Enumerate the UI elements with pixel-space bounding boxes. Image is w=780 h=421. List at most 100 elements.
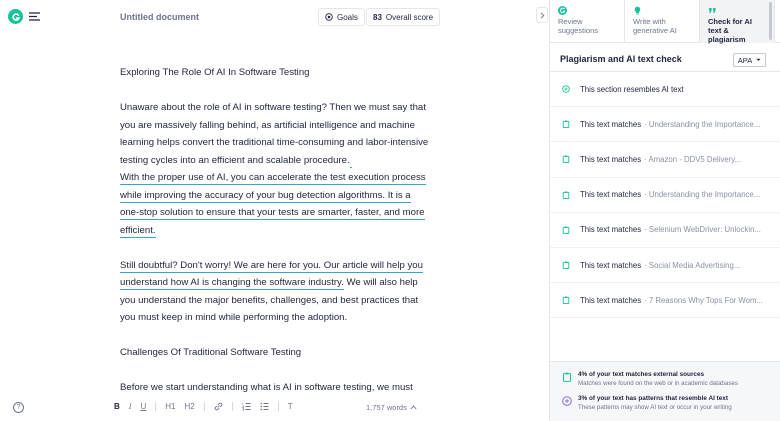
toolbar-divider	[231, 402, 233, 411]
link-icon[interactable]	[214, 402, 223, 411]
highlighted-text[interactable]: With the proper use of AI, you can accel…	[120, 172, 426, 185]
ai-summary-desc: These patterns may show AI text or occur…	[578, 404, 732, 411]
editor-area: Untitled document Goals 83 Overall score…	[0, 0, 549, 421]
result-plagiarism-match[interactable]: This text matches · Social Media Adverti…	[550, 248, 780, 284]
doc-line: learning helps convert the traditional t…	[120, 137, 429, 148]
doc-line-text: testing cycles into an efficient and sca…	[120, 154, 350, 166]
chevron-right-icon	[540, 11, 544, 19]
toolbar-divider	[155, 402, 157, 411]
numbered-list-icon[interactable]	[241, 402, 251, 411]
doc-line-text: We will also help	[343, 277, 418, 288]
clipboard-icon	[562, 191, 570, 199]
goals-label: Goals	[337, 12, 358, 22]
clipboard-icon	[563, 372, 571, 382]
doc-line[interactable]: Still doubtful? Don't worry! We are here…	[120, 257, 450, 275]
plagiarism-summary-title: 4% of your text matches external sources	[578, 371, 705, 378]
doc-heading-2: Challenges Of Traditional Software Testi…	[120, 347, 302, 358]
clipboard-icon	[562, 261, 570, 270]
result-plagiarism-match[interactable]: This text matches · Amazon - DDV5 Delive…	[550, 142, 780, 178]
panel-heading: Plagiarism and AI text check	[560, 54, 682, 64]
chevron-up-icon	[410, 405, 417, 410]
result-plagiarism-match[interactable]: This text matches · 7 Reasons Why Tops F…	[550, 283, 780, 319]
doc-line[interactable]: one-stop solution to ensure that your te…	[120, 204, 450, 222]
word-count[interactable]: 1,757 words	[366, 403, 417, 412]
bullet-list-icon[interactable]	[260, 402, 269, 411]
doc-line[interactable]: efficient.	[120, 222, 450, 240]
ai-text-summary: 3% of your text has patterns that resemb…	[562, 394, 732, 412]
result-plagiarism-match[interactable]: This text matches · Understanding the Im…	[550, 107, 780, 143]
result-plagiarism-match[interactable]: This text matches · Understanding the Im…	[550, 178, 780, 213]
doc-line[interactable]: With the proper use of AI, you can accel…	[120, 169, 450, 187]
result-title: This text matches	[580, 225, 642, 235]
format-toolbar: B I U H1 H2 T	[114, 402, 293, 411]
highlighted-text[interactable]: Still doubtful? Don't worry! We are here…	[120, 259, 423, 273]
doc-line: you understand the major benefits, chall…	[120, 294, 419, 306]
result-source: · Understanding the Importance...	[644, 119, 761, 129]
italic-button[interactable]: I	[129, 402, 132, 411]
result-title: This section resembles AI text	[580, 84, 684, 94]
ai-detect-icon	[562, 85, 570, 93]
clipboard-icon	[562, 296, 570, 305]
result-source: · Social Media Advertising...	[644, 260, 741, 270]
result-title: This text matches	[580, 154, 642, 164]
doc-line: Before we start understanding what is AI…	[120, 382, 413, 393]
toolbar-divider	[277, 402, 279, 411]
goals-icon	[325, 13, 333, 21]
result-ai-text[interactable]: This section resembles AI text	[550, 72, 780, 108]
result-source: · 7 Reasons Why Tops For Wom...	[644, 295, 763, 305]
heading2-button[interactable]: H2	[184, 402, 194, 411]
grammarly-logo-icon[interactable]	[8, 9, 23, 24]
clipboard-icon	[562, 155, 570, 164]
chevron-down-icon	[756, 58, 761, 61]
doc-heading-1: Exploring The Role Of AI In Software Tes…	[120, 67, 310, 78]
assistant-panel: Review suggestions Write with generative…	[549, 0, 780, 421]
results-list: This section resembles AI text This text…	[550, 72, 780, 319]
result-title: This text matches	[580, 190, 642, 200]
clipboard-icon	[562, 120, 570, 129]
lightbulb-icon	[634, 6, 641, 15]
plagiarism-summary-desc: Matches were found on the web or in acad…	[578, 380, 738, 387]
ai-detect-icon	[562, 396, 572, 406]
bold-button[interactable]: B	[114, 402, 120, 411]
tab-write-generative-ai[interactable]: Write with generative AI	[625, 0, 700, 43]
highlighted-text[interactable]: one-stop solution to ensure that your te…	[120, 207, 425, 220]
result-title: This text matches	[580, 260, 642, 270]
grammarly-g-icon	[558, 6, 567, 15]
tab-label: Write with generative AI	[633, 17, 677, 35]
highlighted-text[interactable]: understand how AI is changing the softwa…	[120, 277, 344, 290]
citation-style-select[interactable]: APA	[733, 53, 766, 67]
result-source: · Amazon - DDV5 Delivery...	[644, 154, 742, 164]
highlighted-text[interactable]: while improving the accuracy of your bug…	[120, 189, 411, 203]
doc-line: you are massively falling behind, as art…	[120, 119, 415, 131]
help-icon[interactable]: ?	[13, 402, 24, 413]
tab-review-suggestions[interactable]: Review suggestions	[550, 0, 625, 43]
tab-scrollbar[interactable]	[769, 2, 772, 40]
score-label: Overall score	[385, 12, 434, 22]
tab-label: Check for AI text & plagiarism	[708, 17, 752, 44]
doc-line[interactable]: while improving the accuracy of your bug…	[120, 187, 450, 205]
panel-tabs: Review suggestions Write with generative…	[550, 0, 780, 44]
score-value: 83	[373, 12, 382, 22]
hamburger-menu-icon[interactable]	[26, 9, 43, 24]
toolbar-divider	[203, 402, 205, 411]
tab-check-ai-plagiarism[interactable]: Check for AI text & plagiarism	[700, 0, 775, 44]
underline-marker[interactable]	[349, 154, 353, 168]
document-body[interactable]: Exploring The Role Of AI In Software Tes…	[120, 64, 450, 397]
result-title: This text matches	[580, 295, 642, 305]
word-count-label: 1,757 words	[366, 403, 407, 412]
document-title[interactable]: Untitled document	[120, 12, 199, 22]
collapse-panel-button[interactable]	[536, 7, 548, 23]
ai-summary-title: 3% of your text has patterns that resemb…	[578, 395, 728, 402]
clear-format-button[interactable]: T	[288, 402, 293, 411]
doc-line: testing cycles into an efficient and sca…	[120, 152, 450, 170]
doc-line[interactable]: understand how AI is changing the softwa…	[120, 274, 450, 292]
highlighted-text[interactable]: efficient.	[120, 224, 156, 238]
result-source: · Selenium WebDriver: Unlockin...	[644, 225, 761, 235]
citation-style-value: APA	[737, 55, 753, 65]
overall-score-button[interactable]: 83 Overall score	[366, 8, 441, 26]
goals-button[interactable]: Goals	[318, 8, 365, 26]
result-title: This text matches	[580, 119, 642, 129]
result-plagiarism-match[interactable]: This text matches · Selenium WebDriver: …	[550, 213, 780, 248]
heading1-button[interactable]: H1	[165, 402, 175, 411]
underline-button[interactable]: U	[140, 402, 146, 411]
